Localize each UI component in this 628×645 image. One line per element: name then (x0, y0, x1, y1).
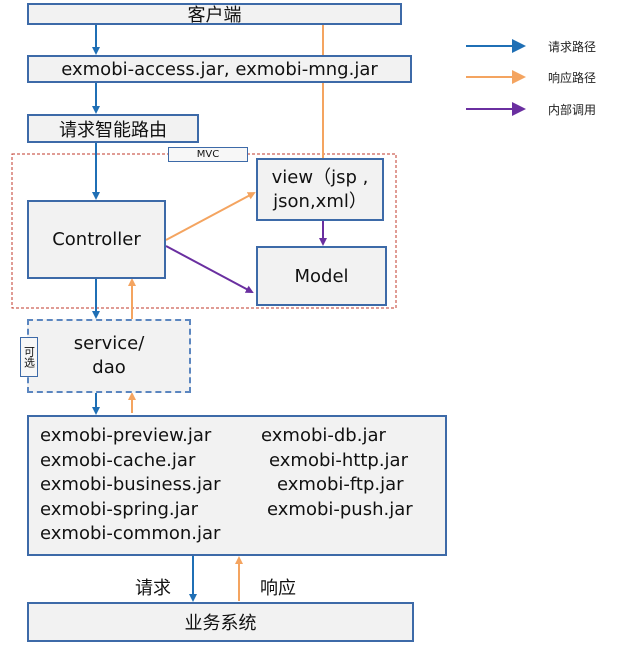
model-box: Model (256, 246, 387, 306)
legend-request-label: 请求路径 (548, 40, 597, 54)
mvc-label: MVC (196, 149, 220, 160)
model-label: Model (294, 265, 349, 287)
business-system-label: 业务系统 (184, 613, 257, 634)
response-label: 响应 (260, 578, 296, 599)
jar-item: exmobi-common.jar (40, 523, 221, 544)
request-label: 请求 (135, 578, 171, 599)
jar-item: exmobi-ftp.jar (277, 474, 404, 495)
jar-item: exmobi-preview.jar (40, 425, 212, 446)
jar-item: exmobi-cache.jar (40, 449, 196, 471)
internal-arrow-controller-model (165, 245, 254, 293)
jar-item: exmobi-spring.jar (40, 498, 199, 520)
response-arrow-controller-view (165, 192, 256, 241)
access-box: exmobi-access.jar, exmobi-mng.jar (27, 55, 412, 83)
service-dao-box: service/ dao (27, 319, 191, 393)
service-label-line1: service/ (73, 333, 145, 354)
controller-label: Controller (52, 229, 141, 250)
jar-item: exmobi-db.jar (261, 425, 386, 446)
view-label-line2: json,xml） (273, 190, 367, 212)
architecture-diagram: { "client": "客户端", "access": "exmobi-acc… (0, 0, 628, 645)
access-label: exmobi-access.jar, exmobi-mng.jar (61, 58, 378, 80)
business-system-box: 业务系统 (27, 602, 414, 642)
view-label-line1: view（jsp , (271, 166, 369, 188)
jars-right-column: exmobi-db.jar exmobi-http.jar exmobi-ftp… (261, 424, 413, 522)
client-label: 客户端 (187, 5, 242, 26)
client-box: 客户端 (27, 3, 402, 26)
legend-response-label: 响应路径 (548, 71, 597, 85)
legend-internal-label: 内部调用 (548, 103, 597, 117)
optional-label: 可选 (22, 346, 36, 368)
jar-item: exmobi-push.jar (267, 498, 413, 520)
service-label-line2: dao (92, 357, 126, 378)
router-label: 请求智能路由 (59, 119, 167, 141)
controller-box: Controller (27, 200, 166, 279)
optional-tag: 可选 (20, 337, 38, 377)
jar-item: exmobi-business.jar (40, 474, 221, 495)
view-box: view（jsp , json,xml） (256, 158, 384, 221)
router-box: 请求智能路由 (27, 114, 199, 143)
jars-left-column: exmobi-preview.jar exmobi-cache.jar exmo… (40, 424, 220, 547)
jar-item: exmobi-http.jar (269, 449, 408, 471)
mvc-tag: MVC (168, 147, 248, 162)
